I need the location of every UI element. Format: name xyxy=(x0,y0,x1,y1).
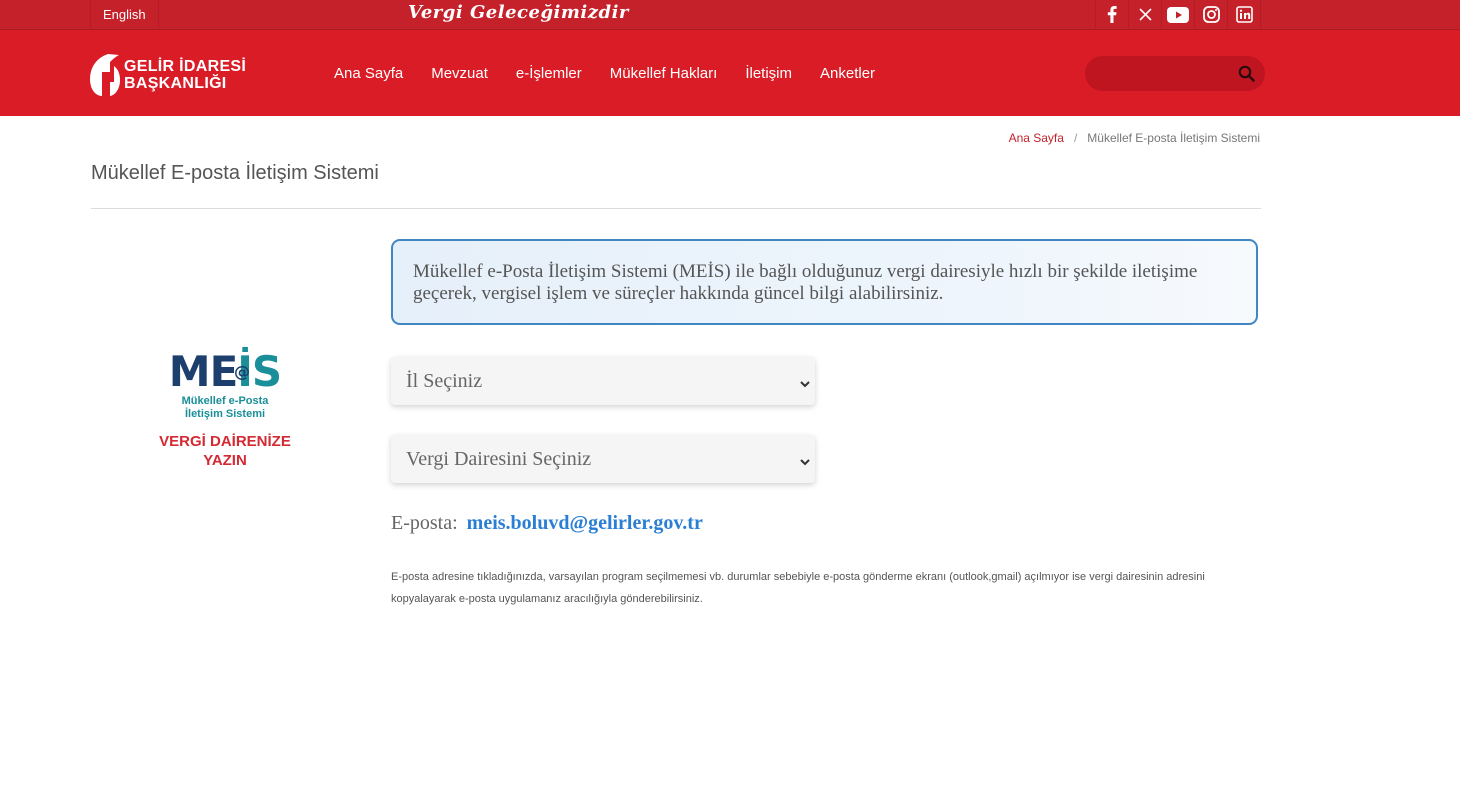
meis-sub-line-1: Mükellef e-Posta xyxy=(181,395,269,407)
chevron-down-icon xyxy=(799,454,811,472)
gib-logo[interactable]: GELİR İDARESİ BAŞKANLIĞI xyxy=(88,50,248,100)
logo-line-2: BAŞKANLIĞI xyxy=(124,75,227,92)
language-link-english[interactable]: English xyxy=(90,0,159,29)
title-divider xyxy=(91,208,1261,209)
email-label: E-posta: xyxy=(391,512,458,534)
email-help-note: E-posta adresine tıkladığınızda, varsayı… xyxy=(391,571,1205,605)
nav-anketler[interactable]: Anketler xyxy=(820,65,875,82)
social-links xyxy=(1095,0,1261,29)
meis-word: ME xyxy=(168,347,238,396)
instagram-icon[interactable] xyxy=(1194,0,1227,29)
nav-e-islemler[interactable]: e-İşlemler xyxy=(516,65,582,82)
nav-mukellef-haklari[interactable]: Mükellef Hakları xyxy=(610,65,718,82)
email-row: E-posta: meis.boluvd@gelirler.gov.tr xyxy=(391,512,703,535)
site-slogan: Vergi Geleceğimizdir xyxy=(408,2,629,23)
province-select-value: İl Seçiniz xyxy=(406,370,483,392)
chevron-down-icon xyxy=(799,376,811,394)
tax-office-select-value: Vergi Dairesini Seçiniz xyxy=(406,448,592,470)
gib-logo-text: GELİR İDARESİ BAŞKANLIĞI xyxy=(124,58,246,92)
meis-at-icon: @ xyxy=(234,362,250,381)
top-bar: English Vergi Geleceğimizdir xyxy=(0,0,1460,30)
meis-slogan-line-2: YAZIN xyxy=(203,452,247,469)
info-box: Mükellef e-Posta İletişim Sistemi (MEİS)… xyxy=(391,239,1258,325)
gib-logo-mark-icon xyxy=(88,52,122,98)
tax-office-select[interactable]: Vergi Dairesini Seçiniz xyxy=(391,435,815,483)
meis-wordmark: MEİS @ xyxy=(150,350,300,394)
facebook-icon[interactable] xyxy=(1095,0,1128,29)
main-nav: Ana Sayfa Mevzuat e-İşlemler Mükellef Ha… xyxy=(334,30,903,116)
linkedin-icon[interactable] xyxy=(1227,0,1261,29)
search-input[interactable] xyxy=(1099,56,1233,93)
main-header: GELİR İDARESİ BAŞKANLIĞI Ana Sayfa Mevzu… xyxy=(0,30,1460,116)
logo-line-1: GELİR İDARESİ xyxy=(124,58,247,75)
province-select[interactable]: İl Seçiniz xyxy=(391,357,815,405)
breadcrumb-separator: / xyxy=(1073,131,1078,145)
meis-sub-line-2: İletişim Sistemi xyxy=(184,408,266,420)
nav-ana-sayfa[interactable]: Ana Sayfa xyxy=(334,65,403,82)
search-box xyxy=(1085,56,1265,93)
search-icon[interactable] xyxy=(1238,65,1255,87)
youtube-icon[interactable] xyxy=(1161,0,1194,29)
breadcrumb: Ana Sayfa / Mükellef E-posta İletişim Sist… xyxy=(1009,131,1260,145)
page-title: Mükellef E-posta İletişim Sistemi xyxy=(91,162,379,184)
breadcrumb-current: Mükellef E-posta İletişim Sistemi xyxy=(1087,131,1260,145)
meis-logo: MEİS @ Mükellef e-Posta İletişim Sistemi … xyxy=(150,340,300,480)
email-link[interactable]: meis.boluvd@gelirler.gov.tr xyxy=(467,512,703,534)
meis-slogan-line-1: VERGİ DAİRENİZE xyxy=(159,433,291,450)
nav-iletisim[interactable]: İletişim xyxy=(745,65,792,82)
nav-mevzuat[interactable]: Mevzuat xyxy=(431,65,488,82)
x-twitter-icon[interactable] xyxy=(1128,0,1161,29)
breadcrumb-home-link[interactable]: Ana Sayfa xyxy=(1009,131,1064,145)
